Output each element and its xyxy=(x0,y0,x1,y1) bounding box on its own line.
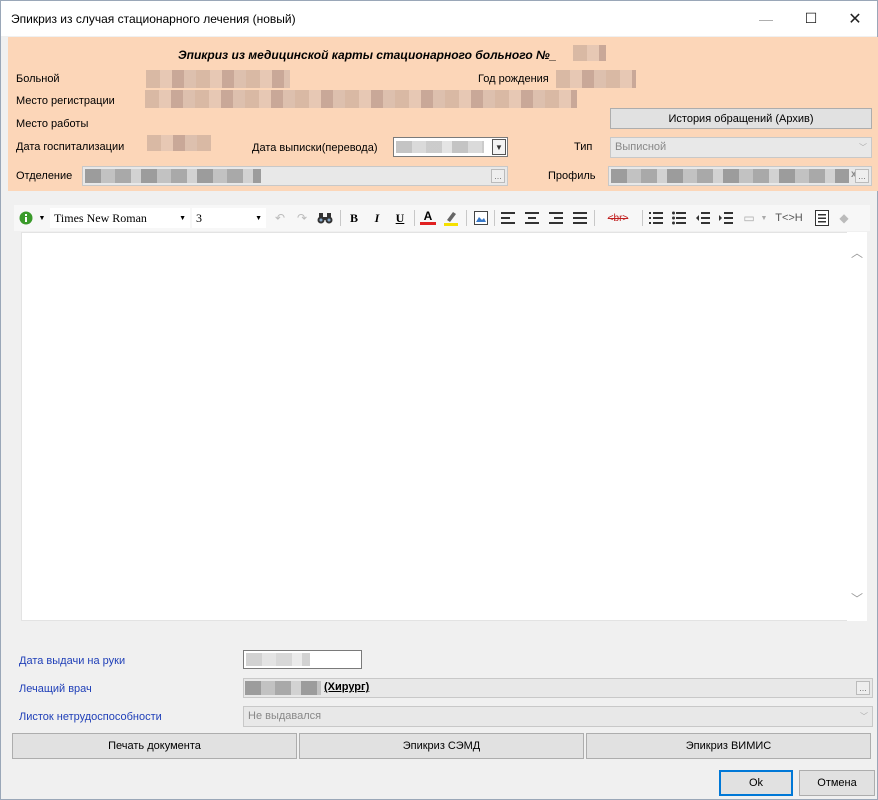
toolbar-separator xyxy=(414,210,415,226)
epicrisis-text-editor[interactable] xyxy=(21,232,864,621)
eraser-icon[interactable]: ◆ xyxy=(836,209,852,227)
info-icon[interactable] xyxy=(18,209,34,227)
bullet-list-icon[interactable] xyxy=(671,209,687,227)
window-title: Эпикриз из случая стационарного лечения … xyxy=(11,12,296,26)
epicrisis-window: Эпикриз из случая стационарного лечения … xyxy=(0,0,878,800)
doctor-label: Лечащий врач xyxy=(19,683,92,695)
toolbar-separator xyxy=(642,210,643,226)
hosp-date-redacted xyxy=(147,135,211,151)
discharge-date-label: Дата выписки(перевода) xyxy=(252,142,378,154)
undo-icon[interactable]: ↶ xyxy=(272,209,288,227)
chevron-down-icon[interactable]: ▼ xyxy=(759,209,769,227)
tag-swap-button[interactable]: T<>H xyxy=(772,209,806,227)
type-label: Тип xyxy=(574,141,593,153)
semd-epicrisis-button[interactable]: Эпикриз СЭМД xyxy=(299,733,584,759)
minimize-icon[interactable]: — xyxy=(744,1,788,36)
chevron-down-icon[interactable]: ▼ xyxy=(179,214,186,222)
binoculars-icon[interactable] xyxy=(316,209,334,227)
numbered-list-icon[interactable] xyxy=(648,209,664,227)
doctor-role: (Хирург) xyxy=(324,681,370,693)
patient-name-redacted xyxy=(146,70,290,88)
type-combo[interactable]: Выписной ﹀ xyxy=(610,137,872,158)
discharge-date-redacted xyxy=(396,141,484,153)
issue-date-field[interactable] xyxy=(243,650,362,669)
header-title: Эпикриз из медицинской карты стационарно… xyxy=(178,48,557,62)
record-number-redacted xyxy=(573,45,606,61)
toolbar-separator xyxy=(466,210,467,226)
hosp-date-label: Дата госпитализации xyxy=(16,141,125,153)
editor-toolbar: ▼ Times New Roman ▼ 3 ▼ ↶ ↷ B I U A <br>… xyxy=(14,205,870,231)
ellipsis-icon[interactable]: … xyxy=(856,681,870,695)
toolbar-separator xyxy=(594,210,595,226)
registration-redacted xyxy=(145,90,577,108)
sick-leave-label: Листок нетрудоспособности xyxy=(19,711,162,723)
history-archive-button[interactable]: История обращений (Архив) xyxy=(610,108,872,129)
redo-icon[interactable]: ↷ xyxy=(294,209,310,227)
issue-date-label: Дата выдачи на руки xyxy=(19,655,126,667)
work-label: Место работы xyxy=(16,118,89,130)
insert-field-icon[interactable]: ▭ xyxy=(741,209,757,227)
department-redacted xyxy=(85,169,261,183)
align-right-icon[interactable] xyxy=(548,209,564,227)
underline-button[interactable]: U xyxy=(392,209,408,227)
type-value: Выписной xyxy=(615,141,667,153)
close-icon[interactable]: ✕ xyxy=(833,1,877,36)
profile-redacted xyxy=(611,169,849,183)
department-label: Отделение xyxy=(16,170,73,182)
ok-button[interactable]: Ok xyxy=(719,770,793,796)
sick-leave-combo[interactable]: Не выдавался ﹀ xyxy=(243,706,873,727)
font-color-button[interactable]: A xyxy=(420,209,436,225)
title-bar: Эпикриз из случая стационарного лечения … xyxy=(1,1,877,36)
document-icon[interactable] xyxy=(814,209,830,227)
editor-scrollbar[interactable]: ︿ ﹀ xyxy=(847,232,867,621)
bold-button[interactable]: B xyxy=(346,209,362,227)
font-name-select[interactable]: Times New Roman ▼ xyxy=(50,208,190,228)
font-name-value: Times New Roman xyxy=(54,210,147,225)
indent-icon[interactable] xyxy=(718,209,734,227)
registration-label: Место регистрации xyxy=(16,95,115,107)
patient-label: Больной xyxy=(16,73,60,85)
vimis-epicrisis-button[interactable]: Эпикриз ВИМИС xyxy=(586,733,871,759)
profile-label: Профиль xyxy=(548,170,596,182)
patient-header-panel: Эпикриз из медицинской карты стационарно… xyxy=(8,37,878,191)
cancel-button[interactable]: Отмена xyxy=(799,770,875,796)
line-break-button[interactable]: <br> xyxy=(600,209,636,227)
sick-leave-value: Не выдавался xyxy=(248,710,322,722)
print-document-button[interactable]: Печать документа xyxy=(12,733,297,759)
scroll-down-icon[interactable]: ﹀ xyxy=(850,590,864,607)
department-field[interactable]: … xyxy=(82,166,508,186)
chevron-down-icon[interactable]: ▼ xyxy=(37,209,47,227)
highlight-icon[interactable] xyxy=(443,209,459,227)
doctor-name-redacted xyxy=(245,681,321,695)
align-left-icon[interactable] xyxy=(500,209,516,227)
chevron-down-icon[interactable]: ﹀ xyxy=(857,708,871,725)
maximize-icon[interactable]: ☐ xyxy=(789,1,833,36)
toolbar-separator xyxy=(494,210,495,226)
font-size-value: 3 xyxy=(196,210,202,225)
font-size-select[interactable]: 3 ▼ xyxy=(192,208,266,228)
ellipsis-icon[interactable]: … xyxy=(855,169,869,183)
doctor-field[interactable]: (Хирург) … xyxy=(243,678,873,698)
discharge-date-field[interactable]: ▼ xyxy=(393,137,508,157)
birth-year-label: Год рождения xyxy=(478,73,549,85)
outdent-icon[interactable] xyxy=(695,209,711,227)
birth-year-redacted xyxy=(556,70,636,88)
chevron-down-icon[interactable]: ﹀ xyxy=(856,139,870,156)
align-center-icon[interactable] xyxy=(524,209,540,227)
italic-button[interactable]: I xyxy=(369,209,385,227)
chevron-down-icon[interactable]: ▼ xyxy=(492,139,506,155)
toolbar-separator xyxy=(340,210,341,226)
scroll-up-icon[interactable]: ︿ xyxy=(850,244,864,261)
chevron-down-icon[interactable]: ▼ xyxy=(255,214,262,222)
issue-date-redacted xyxy=(246,653,310,666)
align-justify-icon[interactable] xyxy=(572,209,588,227)
profile-field[interactable]: x … xyxy=(608,166,872,186)
image-icon[interactable] xyxy=(472,209,490,227)
ellipsis-icon[interactable]: … xyxy=(491,169,505,183)
